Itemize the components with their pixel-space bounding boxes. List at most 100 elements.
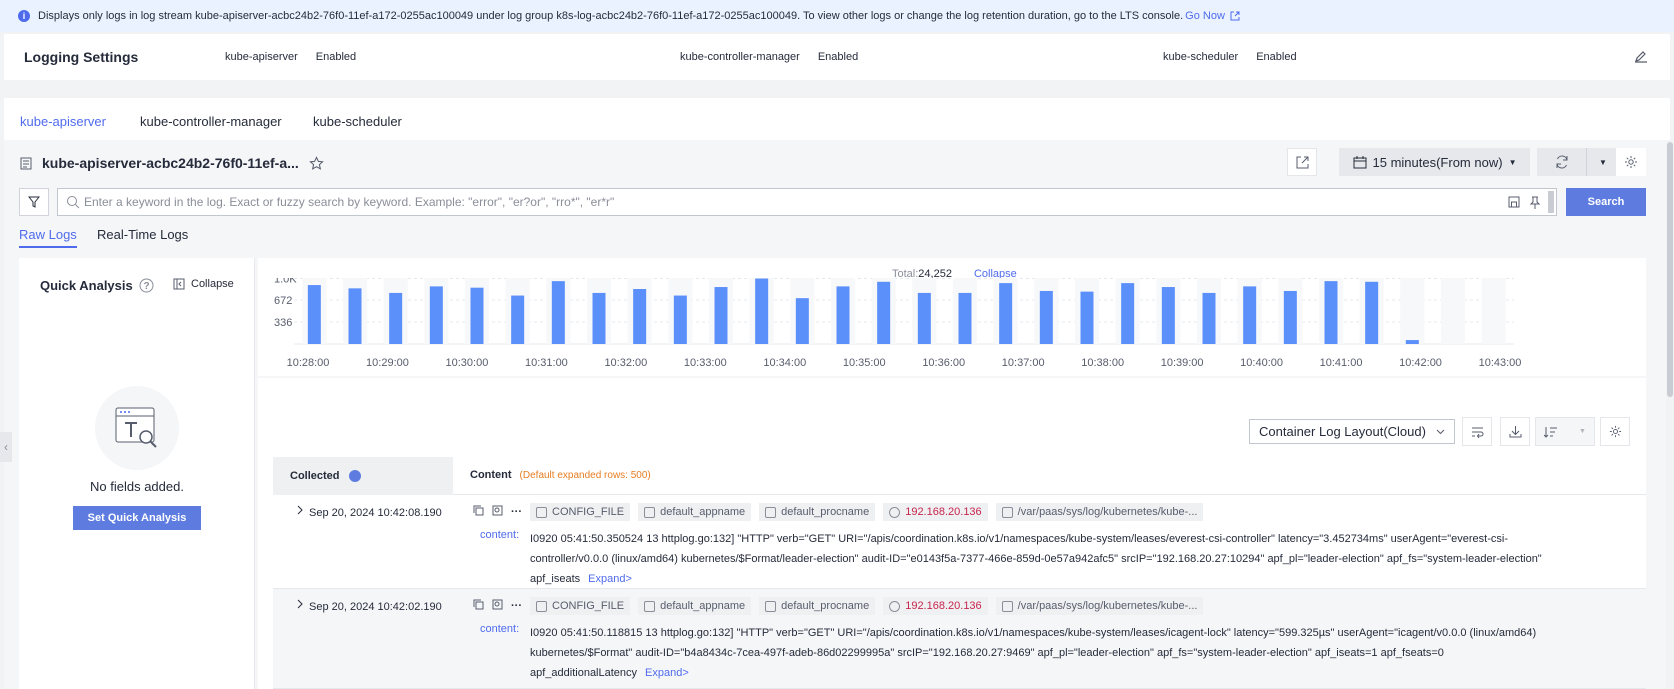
- tab-kube-controller-manager[interactable]: kube-controller-manager: [140, 114, 282, 129]
- collected-label: Collected: [290, 470, 340, 482]
- tab-kube-scheduler[interactable]: kube-scheduler: [313, 114, 402, 129]
- pin-icon[interactable]: [1530, 196, 1540, 209]
- chart-bar[interactable]: [1243, 286, 1257, 344]
- chart-bar[interactable]: [307, 285, 321, 344]
- tag-appname[interactable]: default_appname: [638, 503, 752, 521]
- chart-bar[interactable]: [348, 288, 362, 344]
- tag-label: 192.168.20.136: [905, 600, 982, 612]
- tag-config-file[interactable]: CONFIG_FILE: [530, 503, 631, 521]
- chart-bar[interactable]: [836, 286, 850, 344]
- time-range-label: 15 minutes(From now): [1372, 154, 1503, 170]
- tab-raw-logs[interactable]: Raw Logs: [19, 227, 77, 242]
- external-link-icon[interactable]: [1230, 11, 1240, 21]
- chart-bar[interactable]: [389, 292, 403, 344]
- filter-button[interactable]: [19, 188, 49, 216]
- tag-label: /var/paas/sys/log/kubernetes/kube-...: [1017, 600, 1198, 612]
- chart-bar[interactable]: [1283, 290, 1297, 344]
- edit-icon[interactable]: [1634, 49, 1648, 63]
- chart-bar[interactable]: [1121, 283, 1135, 344]
- x-tick-label: 10:35:00: [843, 357, 886, 369]
- chart-bar[interactable]: [917, 292, 931, 344]
- tag-label: CONFIG_FILE: [552, 600, 625, 612]
- expand-link[interactable]: Expand>: [588, 573, 632, 585]
- set-quick-analysis-button[interactable]: Set Quick Analysis: [73, 506, 201, 530]
- wrap-lines-button[interactable]: [1462, 417, 1492, 446]
- more-icon[interactable]: ···: [511, 506, 522, 518]
- search-button[interactable]: Search: [1566, 188, 1646, 216]
- tag-icon: [644, 506, 656, 518]
- table-settings-button[interactable]: [1600, 417, 1630, 446]
- chart-bar[interactable]: [592, 292, 606, 344]
- chart-bar[interactable]: [1202, 292, 1216, 344]
- refresh-control: ▼: [1537, 148, 1619, 176]
- collapse-quick-analysis-button[interactable]: Collapse: [173, 278, 234, 290]
- settings-button[interactable]: [1616, 148, 1646, 176]
- copy-icon[interactable]: [473, 599, 484, 613]
- tag-label: default_procname: [781, 600, 870, 612]
- copy-icon[interactable]: [473, 505, 484, 519]
- chart-bar[interactable]: [1405, 340, 1419, 344]
- chart-bar[interactable]: [673, 295, 687, 344]
- chart-bar[interactable]: [795, 298, 809, 344]
- ip-icon: [889, 506, 901, 518]
- tag-ip[interactable]: 192.168.20.136: [883, 503, 988, 521]
- sidebar-toggle[interactable]: ‹: [0, 432, 12, 462]
- more-icon[interactable]: ···: [511, 600, 522, 612]
- chart-bar[interactable]: [551, 281, 565, 344]
- log-stream-name: kube-apiserver-acbc24b2-76f0-11ef-a...: [42, 155, 299, 171]
- tag-path[interactable]: /var/paas/sys/log/kubernetes/kube-...: [995, 503, 1204, 521]
- log-layout-select[interactable]: Container Log Layout(Cloud): [1249, 419, 1455, 444]
- chart-bar[interactable]: [958, 292, 972, 344]
- context-icon[interactable]: [492, 599, 503, 613]
- help-icon[interactable]: ?: [139, 278, 154, 293]
- chart-bar[interactable]: [755, 278, 769, 344]
- chart-bar[interactable]: [999, 283, 1013, 344]
- empty-state-illustration: [95, 386, 179, 470]
- scrollbar-thumb[interactable]: [1667, 142, 1673, 397]
- chart-bar[interactable]: [470, 287, 484, 344]
- chart-bar[interactable]: [1039, 290, 1053, 344]
- expand-link[interactable]: Expand>: [645, 667, 689, 679]
- chevron-right-icon[interactable]: [295, 505, 305, 515]
- chart-bar[interactable]: [1324, 281, 1338, 344]
- chart-bar[interactable]: [511, 295, 525, 344]
- tag-config-file[interactable]: CONFIG_FILE: [530, 597, 631, 615]
- tab-real-time-logs[interactable]: Real-Time Logs: [97, 227, 188, 242]
- chart-bar[interactable]: [1080, 291, 1094, 344]
- page-scrollbar[interactable]: [1666, 140, 1674, 689]
- no-fields-icon: [115, 407, 157, 448]
- tab-kube-apiserver[interactable]: kube-apiserver: [20, 114, 106, 129]
- download-button[interactable]: [1500, 417, 1530, 446]
- x-tick-label: 10:36:00: [922, 357, 965, 369]
- setting-name: kube-apiserver: [225, 51, 298, 63]
- chart-bar[interactable]: [877, 281, 891, 344]
- tag-appname[interactable]: default_appname: [638, 597, 752, 615]
- save-search-icon[interactable]: [1508, 196, 1520, 208]
- chevron-right-icon[interactable]: [295, 599, 305, 609]
- chart-bar[interactable]: [1365, 281, 1379, 344]
- time-range-picker[interactable]: 15 minutes(From now) ▼: [1339, 148, 1530, 176]
- chart-bar[interactable]: [633, 289, 647, 344]
- refresh-button[interactable]: [1537, 148, 1587, 176]
- tag-icon: [536, 600, 547, 612]
- tag-procname[interactable]: default_procname: [759, 597, 876, 615]
- context-icon[interactable]: [492, 505, 503, 519]
- collected-column-header[interactable]: Collected: [273, 457, 453, 495]
- tag-ip[interactable]: 192.168.20.136: [883, 597, 988, 615]
- go-now-link[interactable]: Go Now: [1185, 10, 1225, 22]
- chart-bar[interactable]: [1161, 287, 1175, 344]
- star-icon[interactable]: [309, 155, 324, 171]
- open-in-lts-button[interactable]: [1287, 148, 1317, 176]
- logging-settings-title: Logging Settings: [24, 49, 139, 65]
- tag-procname[interactable]: default_procname: [759, 503, 876, 521]
- chart-bar[interactable]: [714, 287, 728, 344]
- setting-name: kube-scheduler: [1163, 51, 1239, 63]
- tag-path[interactable]: /var/paas/sys/log/kubernetes/kube-...: [995, 597, 1204, 615]
- refresh-interval-dropdown[interactable]: ▼: [1587, 148, 1619, 176]
- x-tick-label: 10:42:00: [1399, 357, 1442, 369]
- chevron-left-icon: ‹: [4, 440, 8, 454]
- sort-icon[interactable]: [348, 470, 361, 482]
- column-settings-button[interactable]: ▼: [1535, 417, 1595, 446]
- search-input[interactable]: Enter a keyword in the log. Exact or fuz…: [57, 188, 1557, 216]
- chart-bar[interactable]: [429, 286, 443, 344]
